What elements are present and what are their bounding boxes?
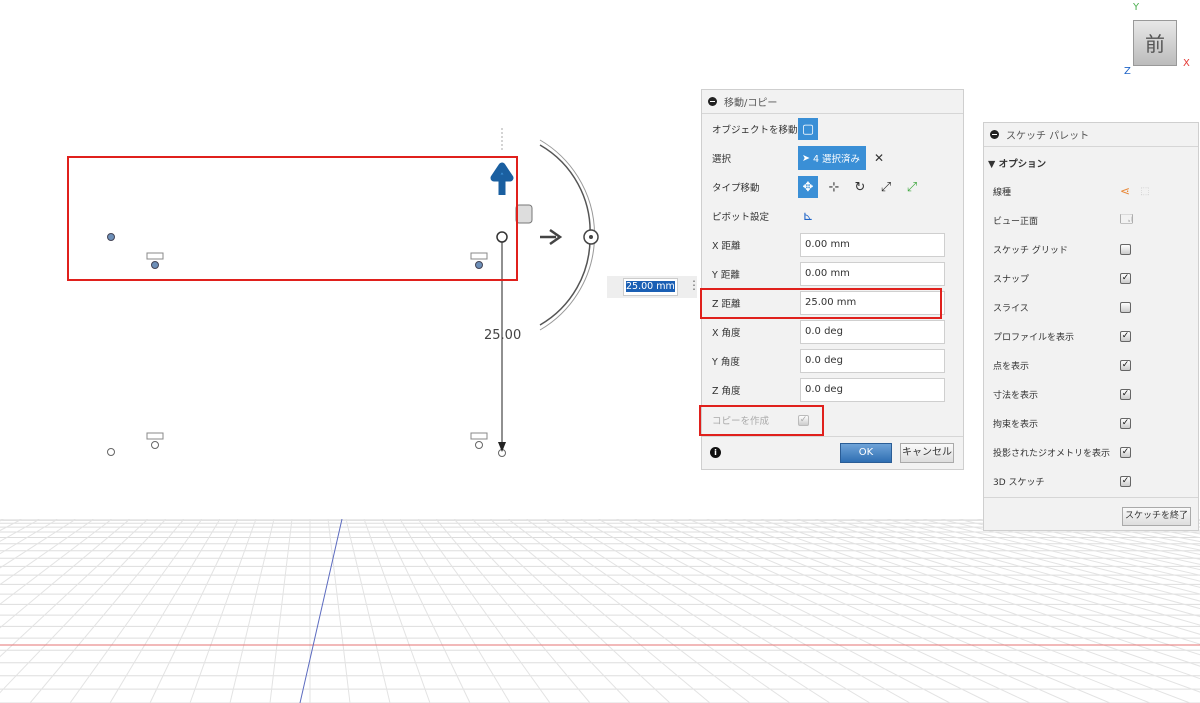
sketch-grid-row: スケッチ グリッド: [993, 239, 1193, 259]
plane-handle: [515, 204, 533, 224]
snap-label: スナップ: [993, 274, 1030, 285]
cancel-button[interactable]: キャンセル: [900, 443, 954, 463]
x-distance-input[interactable]: 0.00 mm: [800, 233, 945, 257]
move-type-label: タイプ移動: [712, 183, 760, 194]
show-profile-label: プロファイルを表示: [993, 332, 1075, 343]
palette-title: スケッチ パレット: [1006, 131, 1090, 142]
finish-sketch-button[interactable]: スケッチを終了: [1122, 507, 1191, 526]
sketch-grid-checkbox[interactable]: [1120, 243, 1131, 255]
3d-sketch-checkbox[interactable]: ✓: [1120, 475, 1131, 487]
linetype-label: 線種: [993, 187, 1012, 198]
clear-selection-icon[interactable]: ✕: [874, 151, 884, 165]
show-dimensions-checkbox[interactable]: ✓: [1120, 388, 1131, 400]
show-points-label: 点を表示: [993, 361, 1030, 372]
show-projected-geometry-label: 投影されたジオメトリを表示: [993, 448, 1111, 459]
gizmo-ring: [539, 144, 591, 326]
show-projected-geometry-row: 投影されたジオメトリを表示 ✓: [993, 442, 1193, 462]
y-distance-label: Y 距離: [712, 270, 740, 281]
3d-sketch-label: 3D スケッチ: [993, 477, 1045, 488]
dimension-value[interactable]: 25.00: [484, 328, 521, 343]
sketch-grid-label: スケッチ グリッド: [993, 245, 1068, 256]
point-to-position-icon[interactable]: ⤢: [902, 176, 922, 198]
x-angle-input[interactable]: 0.0 deg: [800, 320, 945, 344]
sketch-point: [151, 441, 159, 449]
z-angle-input[interactable]: 0.0 deg: [800, 378, 945, 402]
show-profile-checkbox[interactable]: ✓: [1120, 330, 1131, 342]
slice-label: スライス: [993, 303, 1029, 314]
construction-line-icon[interactable]: ⋖: [1120, 184, 1130, 198]
show-dimensions-row: 寸法を表示 ✓: [993, 384, 1193, 404]
slice-checkbox[interactable]: [1120, 301, 1131, 313]
axis-z-label: Z: [1124, 66, 1131, 77]
options-section-header[interactable]: ▼ オプション: [988, 156, 1046, 170]
x-distance-label: X 距離: [712, 241, 741, 252]
axis-y-label: Y: [1133, 2, 1140, 13]
highlight-selection: [67, 156, 518, 281]
x-angle-label: X 角度: [712, 328, 741, 339]
select-label: 選択: [712, 154, 732, 165]
translate-icon[interactable]: ⊹: [824, 176, 844, 198]
show-constraints-row: 拘束を表示 ✓: [993, 413, 1193, 433]
object-move-icon[interactable]: ▢: [798, 118, 818, 140]
info-icon[interactable]: i: [710, 447, 721, 458]
point-to-point-icon[interactable]: ⤢: [876, 176, 896, 198]
z-angle-label: Z 角度: [712, 386, 741, 397]
free-move-icon[interactable]: ✥: [798, 176, 818, 198]
ground-grid: [0, 519, 1200, 703]
look-at-icon[interactable]: 🗔: [1120, 210, 1133, 231]
sketch-palette: スケッチ パレット ▼ オプション 線種 ⋖ ⬚ ビュー正面 🗔 スケッチ グリッドス…: [983, 122, 1199, 531]
show-projected-geometry-checkbox[interactable]: ✓: [1120, 446, 1131, 458]
collapse-icon[interactable]: [990, 130, 999, 139]
show-constraints-label: 拘束を表示: [993, 419, 1039, 430]
ok-button[interactable]: OK: [840, 443, 892, 463]
snap-row: スナップ ✓: [993, 268, 1193, 288]
dialog-title: 移動/コピー: [724, 98, 778, 109]
y-angle-label: Y 角度: [712, 357, 740, 368]
3d-sketch-row: 3D スケッチ ✓: [993, 471, 1193, 491]
sketch-point: [475, 441, 483, 449]
show-points-row: 点を表示 ✓: [993, 355, 1193, 375]
pivot-set-icon[interactable]: ⊾: [798, 205, 818, 227]
more-options-icon[interactable]: ⋮: [688, 278, 700, 292]
slice-row: スライス: [993, 297, 1193, 317]
sketch-point: [107, 448, 115, 456]
show-constraints-checkbox[interactable]: ✓: [1120, 417, 1131, 429]
show-points-checkbox[interactable]: ✓: [1120, 359, 1131, 371]
y-distance-input[interactable]: 0.00 mm: [800, 262, 945, 286]
axis-x-label: X: [1183, 58, 1190, 69]
pivot-label: ピボット設定: [712, 212, 770, 223]
look-at-label: ビュー正面: [993, 216, 1039, 227]
show-profile-row: プロファイルを表示 ✓: [993, 326, 1193, 346]
x-arrow: [540, 228, 563, 246]
highlight-z-distance: [700, 288, 942, 319]
show-dimensions-label: 寸法を表示: [993, 390, 1039, 401]
collapse-icon[interactable]: [708, 97, 717, 106]
highlight-create-copy: [699, 405, 824, 436]
floating-distance-input[interactable]: 25.00 mm: [623, 278, 678, 296]
object-move-label: オブジェクトを移動: [712, 125, 798, 136]
viewcube[interactable]: 前: [1133, 20, 1177, 66]
y-angle-input[interactable]: 0.0 deg: [800, 349, 945, 373]
centerline-icon[interactable]: ⬚: [1140, 186, 1149, 197]
rotate-icon[interactable]: ↻: [850, 176, 870, 198]
snap-checkbox[interactable]: ✓: [1120, 272, 1131, 284]
selection-button[interactable]: ➤ 4 選択済み: [798, 146, 866, 170]
